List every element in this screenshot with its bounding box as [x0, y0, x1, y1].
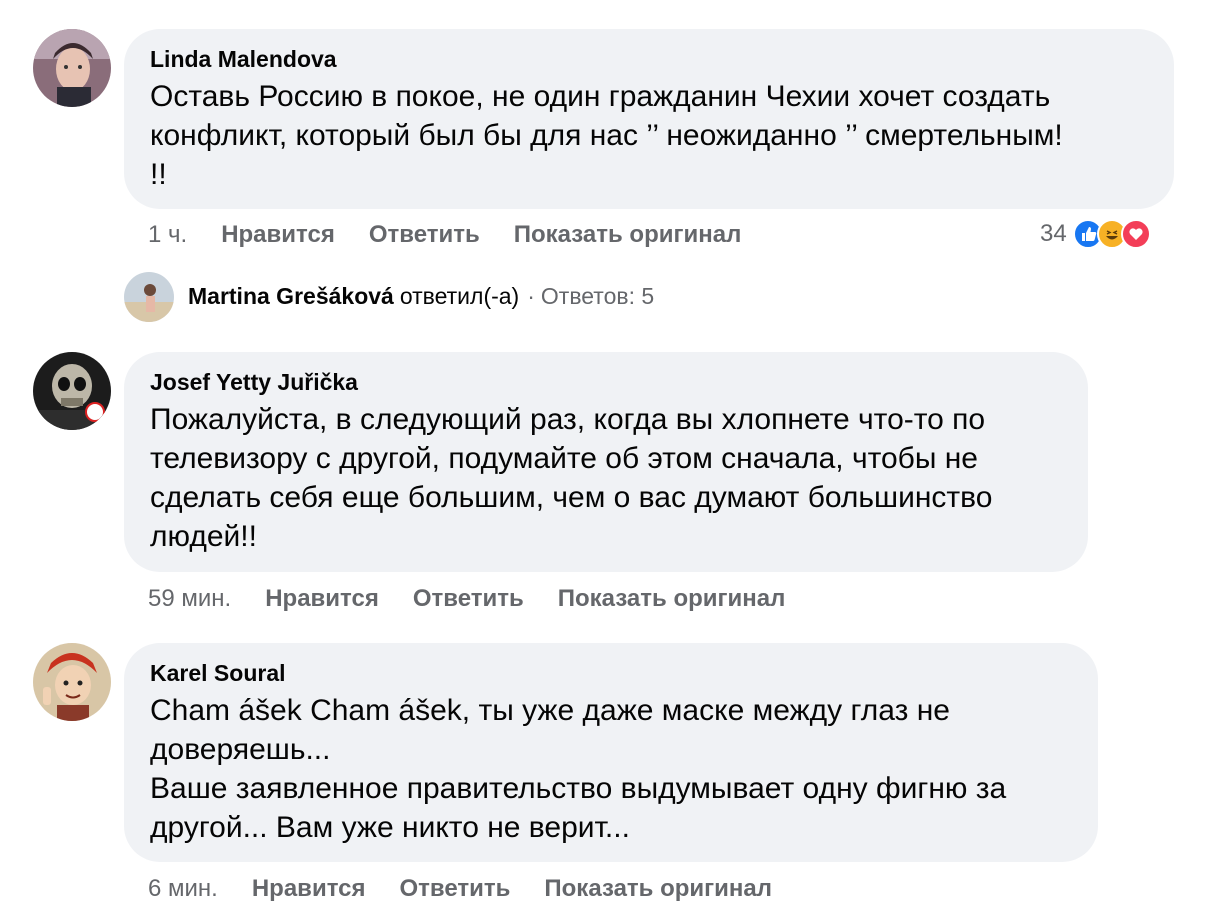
comment-text: Пожалуйста, в следующий раз, когда вы хл… — [150, 403, 993, 553]
comment-actions: 59 мин. Нравится Ответить Показать ориги… — [148, 585, 819, 613]
like-button[interactable]: Нравится — [252, 875, 366, 903]
see-original-button[interactable]: Показать оригинал — [514, 221, 742, 249]
reply-separator: · — [527, 283, 535, 309]
reply-button[interactable]: Ответить — [369, 221, 480, 249]
see-original-button[interactable]: Показать оригинал — [544, 875, 772, 903]
avatar-linda-malendova[interactable] — [33, 29, 111, 107]
reply-author: Martina Grešáková — [188, 283, 394, 309]
comment-bubble: Karel Soural Cham ášek Cham ášek, ты уже… — [124, 643, 1098, 862]
comment-author[interactable]: Linda Malendova — [150, 45, 1148, 73]
view-replies-link[interactable]: Martina Grešáková ответил(-а) · Ответов:… — [188, 283, 654, 310]
comment-author[interactable]: Karel Soural — [150, 659, 1072, 687]
love-icon — [1120, 219, 1151, 249]
profile-photo — [33, 352, 111, 430]
profile-photo — [124, 272, 174, 322]
like-button[interactable]: Нравится — [221, 221, 335, 249]
comment-text: Оставь Россию в покое, не один гражданин… — [150, 80, 1063, 191]
profile-photo — [33, 643, 111, 721]
avatar-josef-yetty-juricka[interactable] — [33, 352, 111, 430]
comment-actions: 6 мин. Нравится Ответить Показать оригин… — [148, 875, 806, 903]
comment-author[interactable]: Josef Yetty Juřička — [150, 368, 1062, 396]
reply-count: Ответов: 5 — [540, 283, 655, 309]
profile-photo — [33, 29, 111, 107]
see-original-button[interactable]: Показать оригинал — [558, 585, 786, 613]
avatar-karel-soural[interactable] — [33, 643, 111, 721]
comment-actions: 1 ч. Нравится Ответить Показать оригинал — [148, 221, 775, 249]
comment-bubble: Linda Malendova Оставь Россию в покое, н… — [124, 29, 1174, 209]
reply-verb: ответил(-а) — [399, 283, 520, 309]
like-button[interactable]: Нравится — [265, 585, 379, 613]
reply-button[interactable]: Ответить — [399, 875, 510, 903]
reactions-summary[interactable]: 34 — [1040, 219, 1151, 249]
reply-button[interactable]: Ответить — [413, 585, 524, 613]
reaction-count: 34 — [1040, 220, 1067, 247]
comment-timestamp[interactable]: 59 мин. — [148, 585, 231, 613]
avatar-martina-gresakova[interactable] — [124, 272, 174, 322]
comment-timestamp[interactable]: 1 ч. — [148, 221, 187, 249]
comment-text: Cham ášek Cham ášek, ты уже даже маске м… — [150, 694, 1007, 844]
comment-timestamp[interactable]: 6 мин. — [148, 875, 218, 903]
comment-bubble: Josef Yetty Juřička Пожалуйста, в следую… — [124, 352, 1088, 572]
